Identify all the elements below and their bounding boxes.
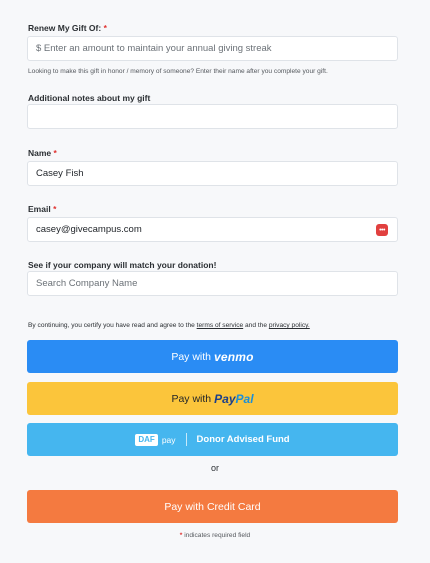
paypal-logo: PayPal: [214, 392, 253, 406]
password-manager-icon[interactable]: •••: [376, 224, 388, 236]
name-input[interactable]: Casey Fish: [27, 161, 398, 186]
required-mark: *: [53, 148, 57, 158]
email-label-text: Email: [28, 204, 51, 214]
email-input[interactable]: casey@givecampus.com •••: [27, 217, 398, 242]
terms-prefix: By continuing, you certify you have read…: [28, 322, 197, 329]
venmo-logo: venmo: [214, 349, 254, 364]
name-label: Name *: [28, 148, 57, 159]
pay-with-credit-card-button[interactable]: Pay with Credit Card: [27, 490, 398, 523]
terms-middle: and the: [243, 322, 269, 329]
company-search-input[interactable]: Search Company Name: [27, 271, 398, 296]
donor-advised-fund-button[interactable]: DAF pay Donor Advised Fund: [27, 423, 398, 456]
gift-amount-placeholder: $ Enter an amount to maintain your annua…: [36, 43, 272, 54]
credit-card-button-label: Pay with Credit Card: [164, 500, 261, 513]
gift-amount-label: Renew My Gift Of: *: [28, 23, 107, 34]
company-search-placeholder: Search Company Name: [36, 278, 138, 289]
terms-notice: By continuing, you certify you have read…: [28, 321, 310, 330]
paypal-button-label: Pay with: [171, 392, 212, 405]
required-mark: *: [103, 23, 107, 33]
paypal-logo-pal: Pal: [235, 391, 254, 406]
pay-with-paypal-button[interactable]: Pay with PayPal: [27, 382, 398, 415]
venmo-button-label: Pay with: [171, 350, 211, 363]
daf-divider: [185, 433, 187, 446]
notes-label: Additional notes about my gift: [28, 93, 151, 103]
pay-with-venmo-button[interactable]: Pay with venmo: [27, 340, 398, 373]
privacy-policy-link[interactable]: privacy policy.: [269, 322, 310, 329]
daf-logo-badge: DAF: [135, 433, 158, 446]
email-value: casey@givecampus.com: [36, 224, 142, 235]
email-label: Email *: [28, 204, 56, 215]
required-field-note-text: indicates required field: [184, 532, 251, 539]
name-value: Casey Fish: [36, 168, 84, 179]
company-match-label: See if your company will match your dona…: [28, 260, 217, 270]
required-mark: *: [179, 532, 183, 539]
daf-button-label: Donor Advised Fund: [196, 434, 290, 445]
required-mark: *: [53, 204, 57, 214]
required-field-note: * indicates required field: [0, 532, 430, 539]
gift-amount-input[interactable]: $ Enter an amount to maintain your annua…: [27, 36, 398, 61]
notes-input[interactable]: [27, 104, 398, 129]
gift-tribute-hint: Looking to make this gift in honor / mem…: [28, 68, 328, 75]
terms-of-service-link[interactable]: terms of service: [197, 322, 244, 329]
gift-amount-label-text: Renew My Gift Of:: [28, 23, 102, 33]
paypal-logo-pay: Pay: [214, 391, 236, 406]
daf-logo-pay: pay: [161, 434, 176, 445]
name-label-text: Name: [28, 148, 52, 158]
or-separator: or: [210, 463, 219, 473]
